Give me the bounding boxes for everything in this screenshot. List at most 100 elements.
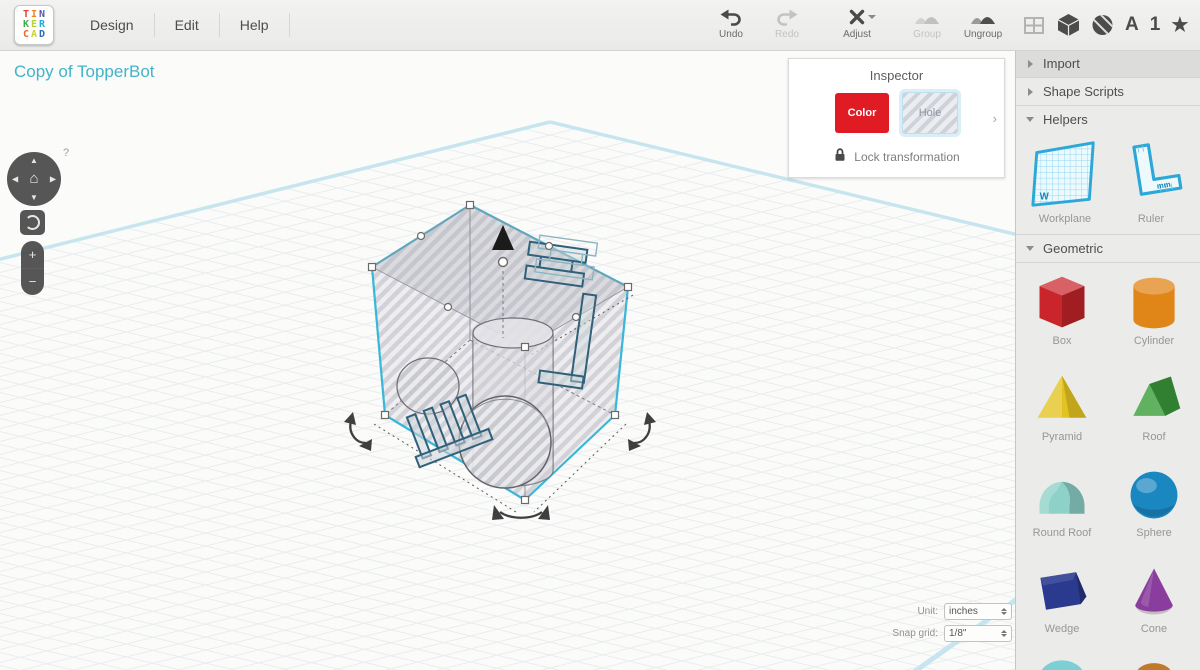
shape-box[interactable]: Box [1016, 273, 1108, 347]
menu-help[interactable]: Help [220, 0, 289, 50]
zoom-in-button[interactable]: + [21, 241, 44, 268]
menu-separator [289, 13, 290, 37]
shape-cylinder[interactable]: Cylinder [1108, 273, 1200, 347]
unit-label: Unit: [917, 606, 938, 617]
shape-cone[interactable]: Cone [1108, 561, 1200, 635]
undo-label: Undo [719, 29, 743, 40]
ruler-thumbnail-icon: mm [1114, 137, 1188, 211]
geometric-shapes-grid: Box Cylinder Pyramid [1016, 263, 1200, 670]
text-shape-tool[interactable]: A [1125, 14, 1139, 36]
partial-shape-icon [1032, 657, 1092, 670]
hole-sphere-icon[interactable] [1091, 13, 1114, 37]
hole-swatch-button[interactable]: Hole [902, 92, 958, 134]
selected-model[interactable] [344, 202, 656, 521]
undo-icon [720, 6, 742, 28]
round-roof-shape-icon [1032, 465, 1092, 525]
menu-design[interactable]: Design [70, 0, 154, 50]
adjust-caret-icon [868, 15, 876, 19]
group-button: Group [899, 3, 955, 40]
cylinder-shape-icon [1124, 273, 1184, 333]
ungroup-label: Ungroup [964, 29, 1002, 40]
snap-grid-value: 1/8" [949, 628, 1001, 639]
logo-letter: C [22, 30, 30, 40]
unit-select[interactable]: inches [944, 603, 1012, 620]
inspector-collapse-chevron-icon[interactable]: › [993, 111, 997, 126]
box-shape-icon [1032, 273, 1092, 333]
section-import[interactable]: Import [1016, 50, 1200, 78]
shape-label: Cone [1141, 623, 1167, 635]
color-swatch-button[interactable]: Color [835, 93, 889, 133]
shape-label: Cylinder [1134, 335, 1174, 347]
helper-label: Ruler [1138, 213, 1164, 225]
menu-bar: Design Edit Help [70, 0, 290, 50]
pan-right-button[interactable]: ▶ [50, 175, 56, 184]
svg-text:W: W [1040, 191, 1050, 202]
section-geometric[interactable]: Geometric [1016, 235, 1200, 263]
pan-up-button[interactable]: ▲ [30, 156, 38, 165]
material-swatches: Color Hole [789, 92, 1004, 134]
shape-roof[interactable]: Roof [1108, 369, 1200, 443]
stepper-arrows-icon [1001, 608, 1007, 615]
inspector-title: Inspector [789, 68, 1004, 83]
section-label: Helpers [1043, 112, 1088, 127]
pyramid-shape-icon [1032, 369, 1092, 429]
section-helpers[interactable]: Helpers [1016, 106, 1200, 133]
lock-transformation-label: Lock transformation [854, 150, 959, 164]
shape-partial[interactable] [1108, 657, 1200, 670]
shape-partial[interactable] [1016, 657, 1108, 670]
solid-cube-icon[interactable] [1057, 13, 1080, 37]
shape-label: Round Roof [1033, 527, 1092, 539]
undo-button[interactable]: Undo [703, 3, 759, 40]
helper-ruler[interactable]: mm Ruler [1109, 137, 1193, 234]
pan-left-button[interactable]: ◀ [12, 175, 18, 184]
quick-toolbar: A 1 ★ [1022, 0, 1188, 50]
menu-edit[interactable]: Edit [155, 0, 219, 50]
wedge-shape-icon [1032, 561, 1092, 621]
favorites-star-icon[interactable]: ★ [1171, 14, 1188, 37]
shape-pyramid[interactable]: Pyramid [1016, 369, 1108, 443]
section-shape-scripts[interactable]: Shape Scripts [1016, 78, 1200, 106]
view-navigation-pad[interactable]: ▲ ▼ ◀ ▶ ⌂ [7, 152, 61, 206]
redo-icon [776, 6, 798, 28]
adjust-label: Adjust [843, 29, 871, 40]
ungroup-button[interactable]: Ungroup [955, 3, 1011, 40]
tinkercad-logo[interactable]: TIN KER CAD [14, 5, 54, 45]
section-label: Shape Scripts [1043, 84, 1124, 99]
shapes-panel: Import Shape Scripts Helpers W Workplane [1015, 50, 1200, 670]
lock-transformation-toggle[interactable]: Lock transformation [789, 147, 1004, 167]
shape-round-roof[interactable]: Round Roof [1016, 465, 1108, 539]
top-scale-handle[interactable] [499, 258, 508, 267]
shape-wedge[interactable]: Wedge [1016, 561, 1108, 635]
logo-letter: D [38, 30, 46, 40]
logo-letter: A [30, 30, 38, 40]
section-label: Geometric [1043, 241, 1103, 256]
unit-value: inches [949, 606, 1001, 617]
partial-shape-icon [1124, 657, 1184, 670]
helpers-items: W Workplane mm Ruler [1016, 133, 1200, 235]
chevron-down-icon [1026, 246, 1034, 251]
grid-settings: Unit: inches Snap grid: 1/8" [872, 603, 1012, 647]
orbit-view-button[interactable] [20, 210, 45, 235]
zoom-out-button[interactable]: − [21, 269, 44, 296]
section-label: Import [1043, 56, 1080, 71]
action-toolbar: Undo Redo Adjust Group Ungroup [703, 3, 1011, 40]
number-shape-tool[interactable]: 1 [1150, 14, 1161, 36]
inspector-panel: Inspector Color Hole › Lock transformati… [788, 58, 1005, 178]
home-view-button[interactable]: ⌂ [29, 170, 38, 187]
snap-grid-select[interactable]: 1/8" [944, 625, 1012, 642]
chevron-down-icon [1026, 117, 1034, 122]
pan-down-button[interactable]: ▼ [30, 193, 38, 202]
shape-label: Pyramid [1042, 431, 1082, 443]
sphere-shape-icon [1124, 465, 1184, 525]
chevron-right-icon [1028, 88, 1033, 96]
roof-shape-icon [1124, 369, 1184, 429]
design-title[interactable]: Copy of TopperBot [14, 62, 155, 82]
workplane-thumbnail-icon: W [1028, 137, 1102, 211]
workplane-toggle-icon[interactable] [1022, 13, 1046, 37]
snap-grid-label: Snap grid: [892, 628, 938, 639]
adjust-button[interactable]: Adjust [829, 3, 885, 40]
nav-help-hint[interactable]: ? [63, 147, 69, 159]
shape-sphere[interactable]: Sphere [1108, 465, 1200, 539]
redo-button: Redo [759, 3, 815, 40]
helper-workplane[interactable]: W Workplane [1023, 137, 1107, 234]
